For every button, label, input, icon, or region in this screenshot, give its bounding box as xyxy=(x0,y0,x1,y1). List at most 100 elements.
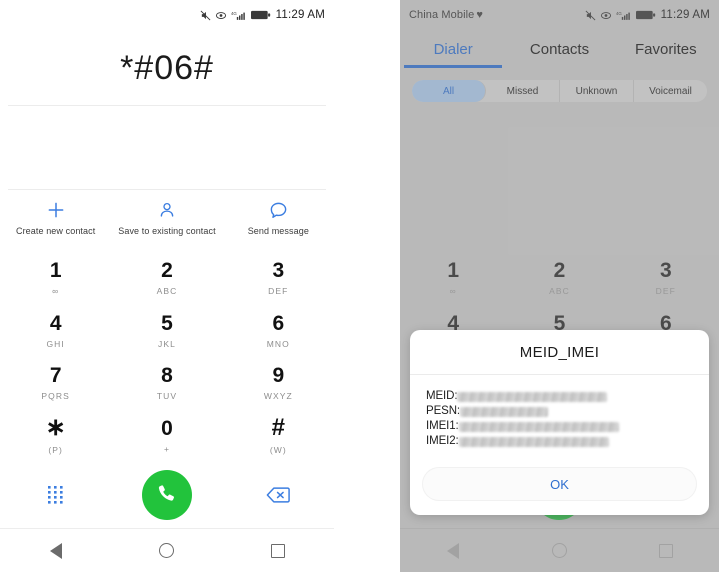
screenshot-root: 4G 11:29 AM *#06# Create new contact Sav… xyxy=(0,0,719,572)
eye-icon xyxy=(215,10,227,21)
key-3[interactable]: 3 DEF xyxy=(613,252,719,305)
key-9[interactable]: 9 WXYZ xyxy=(223,357,334,410)
key-2-digit: 2 xyxy=(553,259,566,283)
key-2[interactable]: 2 ABC xyxy=(111,252,222,305)
right-clock: 11:29 AM xyxy=(660,9,710,21)
key-1-digit: 1 xyxy=(447,259,459,283)
right-status-icons: 4G 11:29 AM xyxy=(585,9,710,21)
key-2[interactable]: 2 ABC xyxy=(506,252,612,305)
create-new-contact-button[interactable]: Create new contact xyxy=(0,200,111,236)
call-button-cell xyxy=(111,470,222,520)
send-message-button[interactable]: Send message xyxy=(223,200,334,236)
meid-value-redacted xyxy=(457,391,608,402)
imei1-label: IMEI1: xyxy=(426,420,459,432)
key-star-sub: (P) xyxy=(48,445,63,456)
key-4[interactable]: 4 GHI xyxy=(0,305,111,358)
key-hash[interactable]: # (W) xyxy=(223,410,334,463)
right-phone-panel: China Mobile ♥ 4G 11:29 AM Dialer Contac… xyxy=(400,0,719,572)
key-7-letters: PQRS xyxy=(41,391,70,402)
filter-voicemail[interactable]: Voicemail xyxy=(634,80,707,102)
nav-recents-button[interactable] xyxy=(613,543,719,558)
key-5[interactable]: 5 JKL xyxy=(111,305,222,358)
eye-icon xyxy=(600,10,612,21)
meid-imei-dialog: MEID_IMEI MEID: PESN: IMEI1: IMEI2: OK xyxy=(410,330,709,515)
filter-missed[interactable]: Missed xyxy=(486,80,560,102)
meid-label: MEID: xyxy=(426,390,458,402)
key-7[interactable]: 7 PQRS xyxy=(0,357,111,410)
battery-icon xyxy=(635,10,656,20)
key-4-letters: GHI xyxy=(46,338,65,349)
backspace-cell xyxy=(223,486,334,504)
dialog-title: MEID_IMEI xyxy=(519,344,600,361)
nav-recents-button[interactable] xyxy=(223,543,334,558)
info-row-pesn: PESN: xyxy=(426,404,693,419)
filter-unknown[interactable]: Unknown xyxy=(560,80,634,102)
key-hash-digit: # xyxy=(271,414,285,442)
recents-square-icon xyxy=(658,543,673,558)
info-row-imei1: IMEI1: xyxy=(426,419,693,434)
tab-contacts[interactable]: Contacts xyxy=(506,30,612,68)
carrier-label: China Mobile xyxy=(409,9,475,21)
voicemail-icon: ∞ xyxy=(449,286,457,297)
left-nav-bar xyxy=(0,528,334,572)
key-1[interactable]: 1 ∞ xyxy=(400,252,506,305)
pesn-value-redacted xyxy=(460,406,549,417)
tab-favorites-label: Favorites xyxy=(634,40,697,58)
key-7-digit: 7 xyxy=(49,364,62,388)
divider-below-number xyxy=(8,105,326,106)
key-8-digit: 8 xyxy=(161,364,173,388)
tab-dialer[interactable]: Dialer xyxy=(400,30,506,68)
tab-favorites[interactable]: Favorites xyxy=(613,30,719,68)
imei2-value-redacted xyxy=(458,436,609,447)
info-row-meid: MEID: xyxy=(426,389,693,404)
left-clock: 11:29 AM xyxy=(275,9,325,21)
key-5-letters: JKL xyxy=(158,338,176,349)
key-6-digit: 6 xyxy=(272,311,285,335)
ok-button[interactable]: OK xyxy=(422,467,697,501)
key-9-digit: 9 xyxy=(272,364,285,388)
left-status-bar: 4G 11:29 AM xyxy=(0,0,334,30)
nav-home-button[interactable] xyxy=(506,543,612,558)
home-circle-icon xyxy=(159,543,175,558)
nav-back-button[interactable] xyxy=(400,542,506,559)
signal-icon: 4G xyxy=(231,10,247,21)
key-2-letters: ABC xyxy=(156,286,178,297)
left-status-icons: 4G 11:29 AM xyxy=(200,9,325,21)
key-1[interactable]: 1 ∞ xyxy=(0,252,111,305)
nav-home-button[interactable] xyxy=(111,543,222,558)
home-circle-icon xyxy=(551,543,567,558)
right-nav-bar xyxy=(400,528,719,572)
plus-icon xyxy=(46,200,66,220)
keypad-toggle-cell xyxy=(0,485,111,505)
key-3-letters: DEF xyxy=(268,286,289,297)
call-button[interactable] xyxy=(141,470,192,520)
backspace-icon[interactable] xyxy=(266,486,291,504)
key-3[interactable]: 3 DEF xyxy=(223,252,334,305)
key-6[interactable]: 6 MNO xyxy=(223,305,334,358)
create-new-contact-label: Create new contact xyxy=(15,226,96,236)
save-to-existing-contact-button[interactable]: Save to existing contact xyxy=(111,200,222,236)
call-filter-segmented-control: All Missed Unknown Voicemail xyxy=(412,80,707,102)
filter-all[interactable]: All xyxy=(412,80,486,102)
key-0-sub: + xyxy=(163,443,171,454)
key-star[interactable]: ∗ (P) xyxy=(0,410,111,463)
mute-icon xyxy=(200,10,211,21)
key-0[interactable]: 0 + xyxy=(111,410,222,463)
recents-square-icon xyxy=(271,543,286,558)
message-bubble-icon xyxy=(269,200,288,220)
tab-contacts-label: Contacts xyxy=(529,40,590,58)
left-dial-bar xyxy=(0,462,334,528)
key-3-letters: DEF xyxy=(655,286,676,297)
key-8[interactable]: 8 TUV xyxy=(111,357,222,410)
key-2-digit: 2 xyxy=(161,259,173,283)
keypad-dots-icon[interactable] xyxy=(47,485,65,505)
imei2-label: IMEI2: xyxy=(426,435,459,447)
key-5-digit: 5 xyxy=(161,311,173,335)
key-star-digit: ∗ xyxy=(45,414,66,442)
person-icon xyxy=(158,200,176,220)
key-6-letters: MNO xyxy=(266,338,290,349)
nav-back-button[interactable] xyxy=(0,542,111,559)
battery-icon xyxy=(250,10,271,20)
mute-icon xyxy=(585,10,596,21)
dialed-number: *#06# xyxy=(120,48,214,87)
